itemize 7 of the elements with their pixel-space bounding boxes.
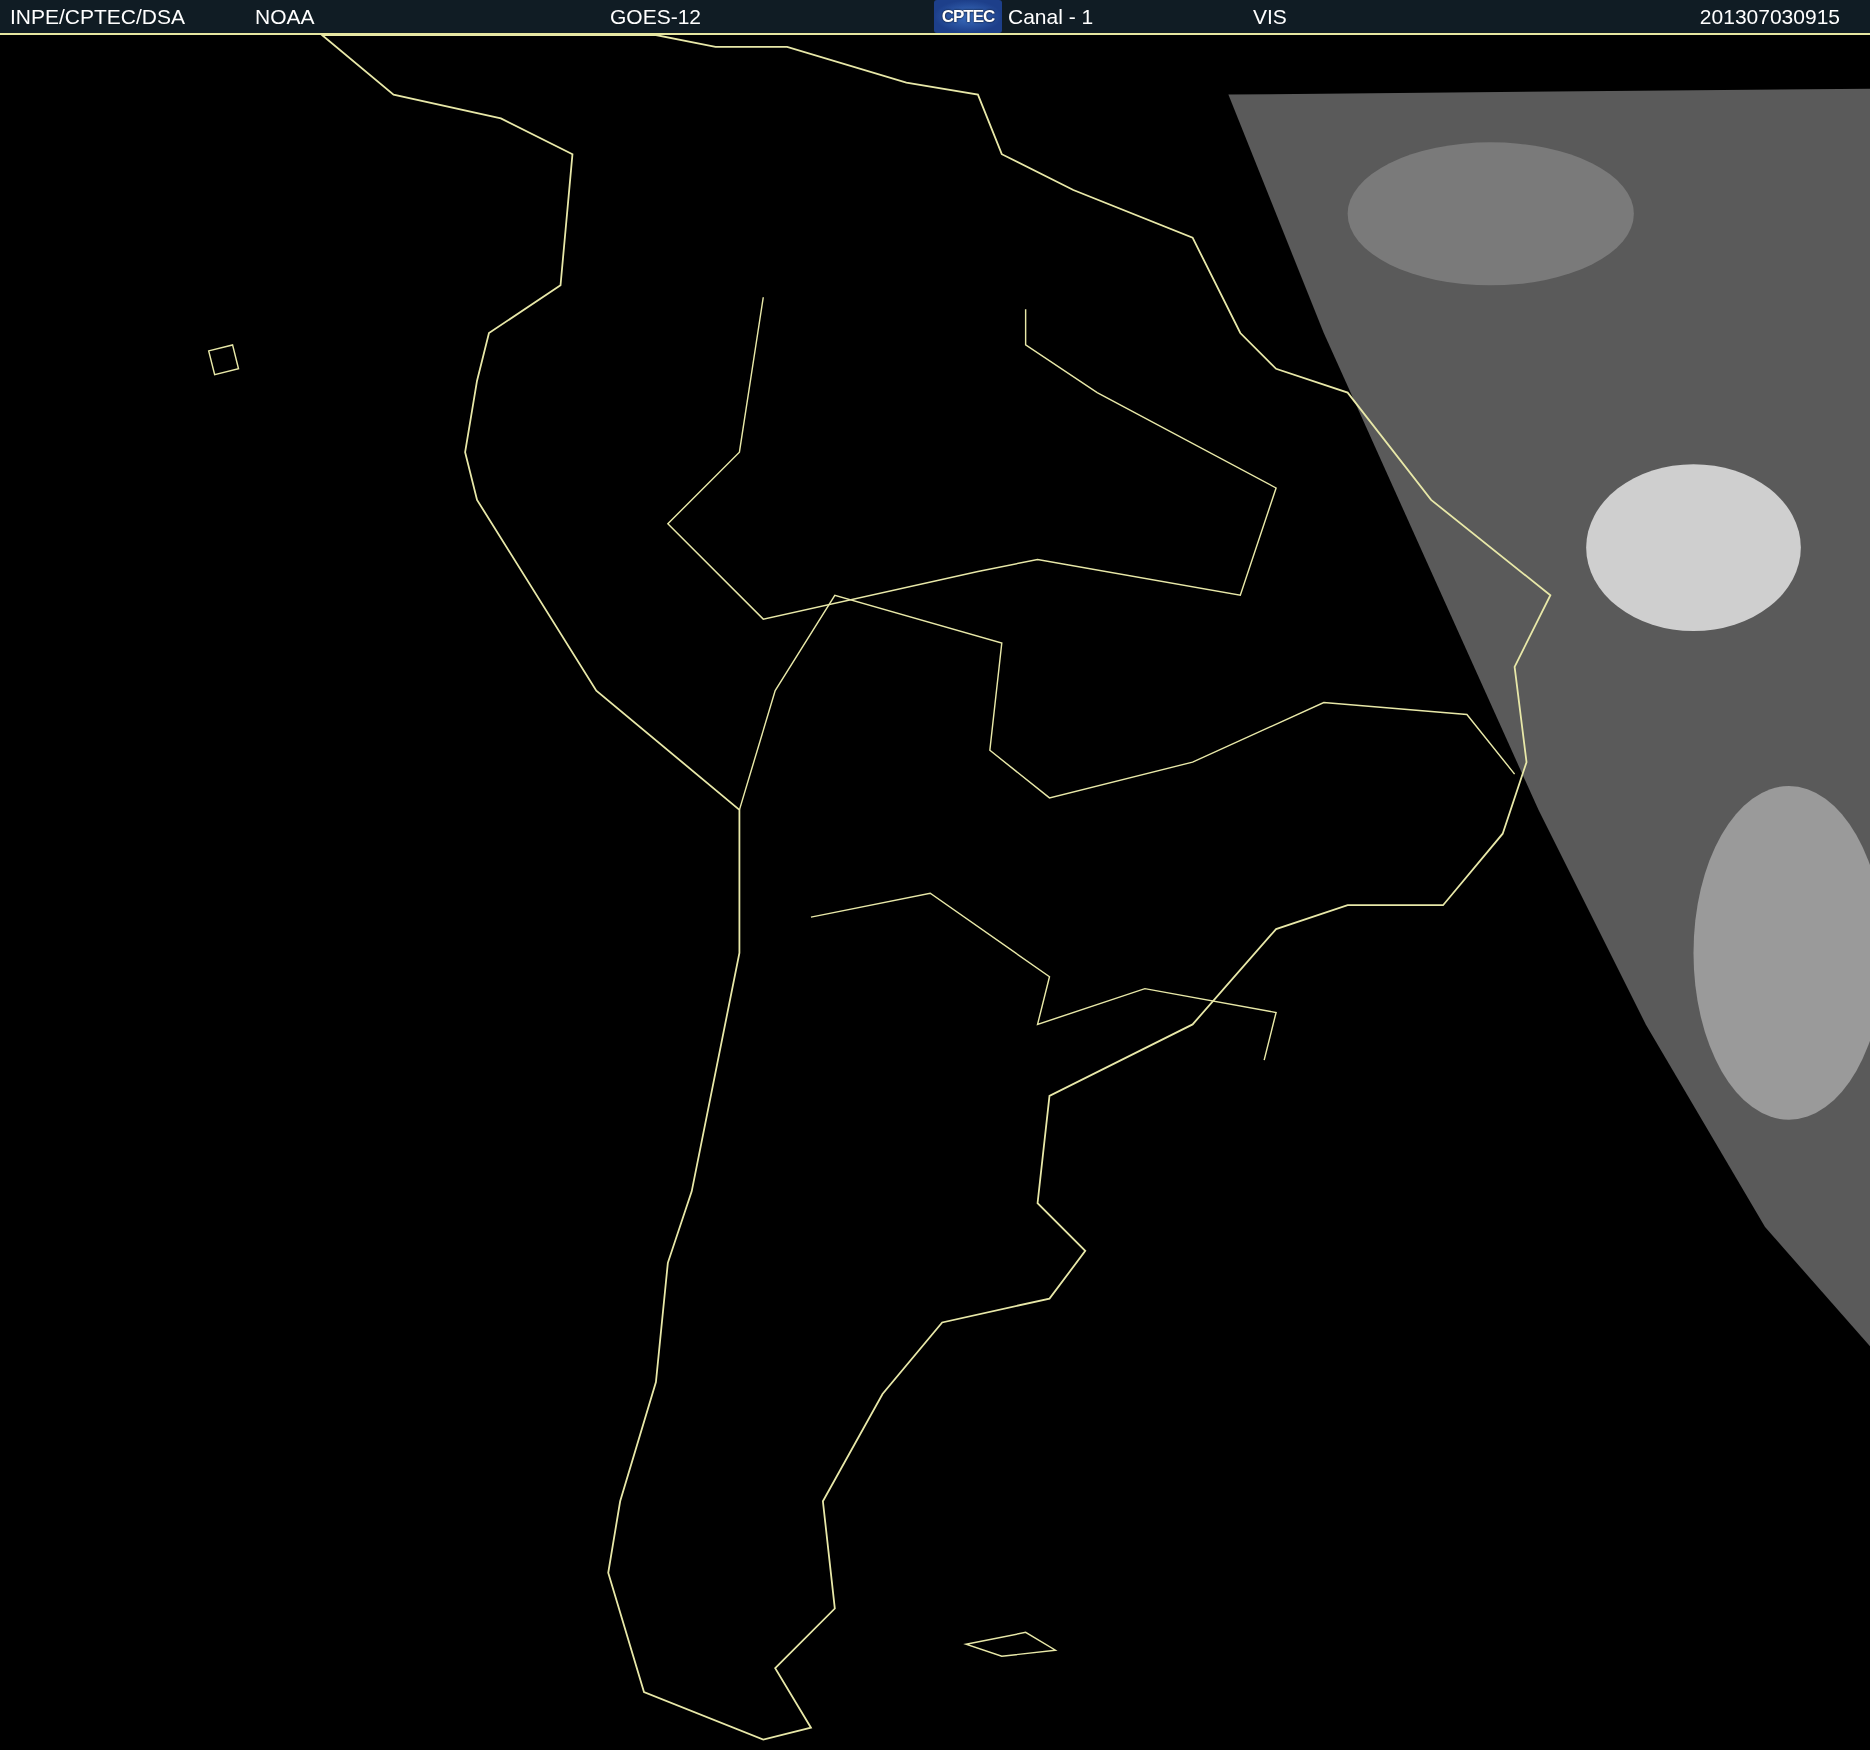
timestamp: 201307030915	[1699, 4, 1841, 29]
band-label: VIS	[1253, 4, 1288, 29]
logo: CPTEC	[934, 0, 1002, 33]
channel-label: Canal - 1	[1008, 4, 1095, 29]
agency-label: NOAA	[255, 4, 316, 29]
source-label: INPE/CPTEC/DSA	[10, 4, 187, 29]
satellite-label: GOES-12	[610, 4, 703, 29]
